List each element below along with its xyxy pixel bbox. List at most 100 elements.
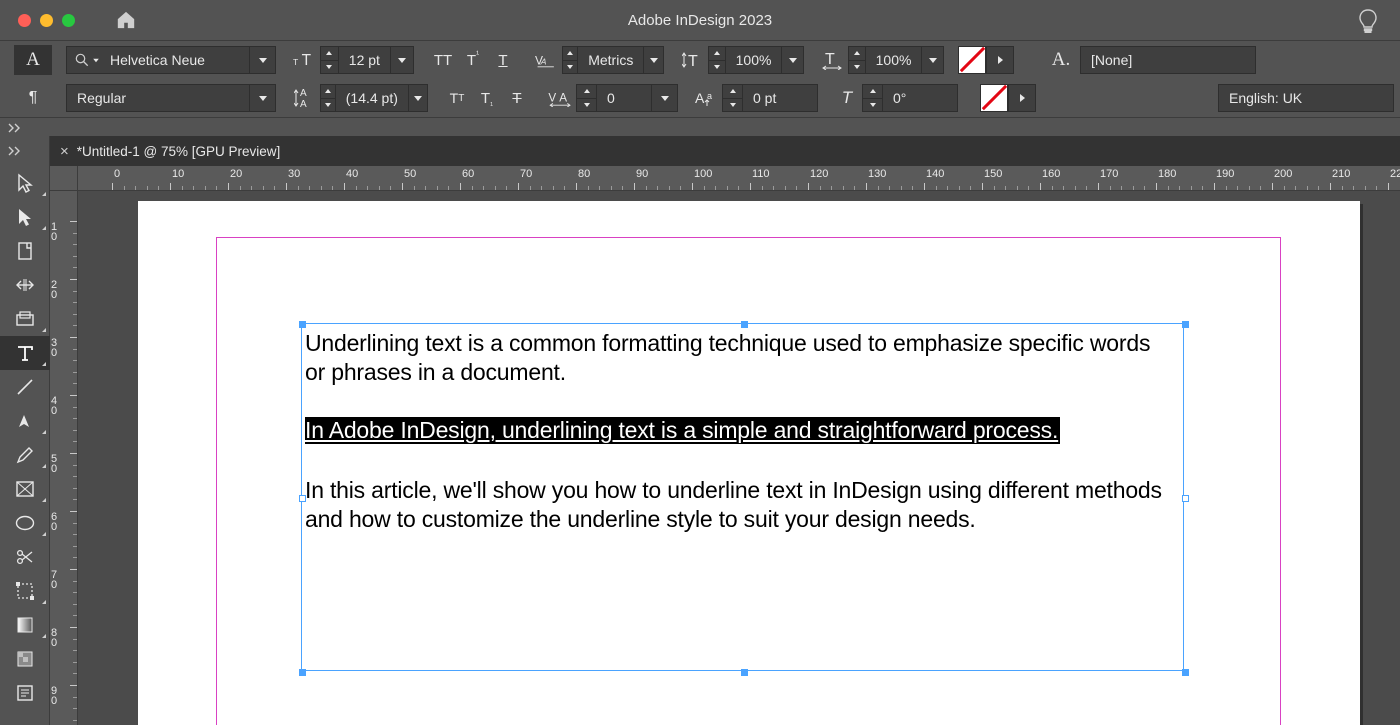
tools-expand-button[interactable] xyxy=(0,136,49,166)
ruler-origin[interactable] xyxy=(50,166,78,191)
chevron-down-icon[interactable] xyxy=(651,85,677,111)
baseline-shift-stepper[interactable] xyxy=(723,85,743,111)
scissors-tool[interactable] xyxy=(0,540,50,574)
character-formatting-mode-button[interactable]: A xyxy=(14,45,52,75)
type-tool[interactable] xyxy=(0,336,50,370)
subscript-button[interactable]: T₁ xyxy=(472,84,502,112)
minimize-window-button[interactable] xyxy=(40,14,53,27)
fill-swatch-next[interactable] xyxy=(986,46,1014,74)
all-caps-button[interactable]: TT xyxy=(428,46,458,74)
chevron-down-icon[interactable] xyxy=(408,85,427,111)
gap-tool[interactable] xyxy=(0,268,50,302)
chevron-down-icon[interactable] xyxy=(390,47,413,73)
frame-handle[interactable] xyxy=(299,495,306,502)
paragraph-3[interactable]: In this article, we'll show you how to u… xyxy=(305,476,1173,534)
font-style-combo[interactable]: Regular xyxy=(66,84,276,112)
note-tool[interactable] xyxy=(0,676,50,710)
frame-handle[interactable] xyxy=(741,669,748,676)
home-button[interactable] xyxy=(115,10,137,30)
font-size-combo[interactable]: 12 pt xyxy=(320,46,414,74)
superscript-button[interactable]: T¹ xyxy=(458,46,488,74)
horizontal-ruler[interactable]: 0102030405060708090100110120130140150160… xyxy=(78,166,1400,191)
fill-swatch[interactable] xyxy=(958,46,986,74)
frame-handle[interactable] xyxy=(299,669,306,676)
svg-text:A: A xyxy=(540,56,549,66)
canvas[interactable]: Underlining text is a common formatting … xyxy=(78,191,1400,725)
text-frame[interactable]: Underlining text is a common formatting … xyxy=(301,323,1184,671)
horizontal-scale-combo[interactable]: 100% xyxy=(848,46,944,74)
skew-stepper[interactable] xyxy=(863,85,883,111)
chevron-down-icon[interactable] xyxy=(249,85,275,111)
rectangle-frame-tool[interactable] xyxy=(0,472,50,506)
close-tab-button[interactable]: × xyxy=(60,143,69,160)
pen-tool[interactable] xyxy=(0,404,50,438)
search-icon xyxy=(67,53,100,67)
vertical-scale-stepper[interactable] xyxy=(709,47,726,73)
svg-text:A: A xyxy=(695,90,705,106)
selected-text[interactable]: In Adobe InDesign, underlining text is a… xyxy=(305,417,1060,444)
document-tab[interactable]: × *Untitled-1 @ 75% [GPU Preview] xyxy=(50,136,294,166)
tracking-stepper[interactable] xyxy=(577,85,597,111)
baseline-shift-combo[interactable]: 0 pt xyxy=(722,84,818,112)
tips-icon[interactable] xyxy=(1358,9,1378,36)
frame-handle[interactable] xyxy=(299,321,306,328)
close-window-button[interactable] xyxy=(18,14,31,27)
expand-panel-bar[interactable] xyxy=(0,117,1400,137)
skew-value: 0° xyxy=(883,90,957,106)
frame-handle[interactable] xyxy=(1182,495,1189,502)
svg-text:T: T xyxy=(688,53,698,70)
work-area: 0102030405060708090100110120130140150160… xyxy=(50,166,1400,725)
document-tab-label: *Untitled-1 @ 75% [GPU Preview] xyxy=(77,144,281,159)
free-transform-tool[interactable] xyxy=(0,574,50,608)
language-combo[interactable]: English: UK xyxy=(1218,84,1394,112)
chevron-down-icon[interactable] xyxy=(249,47,275,73)
leading-combo[interactable]: (14.4 pt) xyxy=(320,84,428,112)
vertical-ruler[interactable]: 102030405060708090100 xyxy=(50,191,78,725)
vertical-scale-value: 100% xyxy=(726,52,782,68)
chevron-right-icon xyxy=(1020,94,1025,102)
svg-text:T: T xyxy=(302,52,312,69)
selection-tool[interactable] xyxy=(0,166,50,200)
horizontal-scale-stepper[interactable] xyxy=(849,47,866,73)
pencil-tool[interactable] xyxy=(0,438,50,472)
leading-stepper[interactable] xyxy=(321,85,336,111)
window-controls xyxy=(18,14,75,27)
ellipse-tool[interactable] xyxy=(0,506,50,540)
underline-button[interactable]: T xyxy=(488,46,518,74)
leading-icon: AA xyxy=(290,84,320,112)
svg-text:V: V xyxy=(548,92,556,105)
font-family-combo[interactable]: Helvetica Neue xyxy=(66,46,276,74)
content-collector-tool[interactable] xyxy=(0,302,50,336)
chevron-down-icon xyxy=(93,58,99,62)
tracking-value: 0 xyxy=(597,90,651,106)
kerning-stepper[interactable] xyxy=(563,47,578,73)
frame-handle[interactable] xyxy=(1182,669,1189,676)
paragraph-1[interactable]: Underlining text is a common formatting … xyxy=(305,329,1173,387)
font-size-stepper[interactable] xyxy=(321,47,339,73)
gradient-swatch-tool[interactable] xyxy=(0,608,50,642)
vertical-scale-combo[interactable]: 100% xyxy=(708,46,804,74)
kerning-combo[interactable]: Metrics xyxy=(562,46,664,74)
page-tool[interactable] xyxy=(0,234,50,268)
chevron-down-icon[interactable] xyxy=(921,47,943,73)
direct-selection-tool[interactable] xyxy=(0,200,50,234)
small-caps-button[interactable]: TT xyxy=(442,84,472,112)
paragraph-2-selected[interactable]: In Adobe InDesign, underlining text is a… xyxy=(305,416,1060,445)
maximize-window-button[interactable] xyxy=(62,14,75,27)
tracking-combo[interactable]: 0 xyxy=(576,84,678,112)
stroke-swatch[interactable] xyxy=(980,84,1008,112)
character-style-combo[interactable]: [None] xyxy=(1080,46,1256,74)
page[interactable]: Underlining text is a common formatting … xyxy=(138,201,1360,725)
font-size-value: 12 pt xyxy=(339,52,390,68)
paragraph-formatting-mode-button[interactable]: ¶ xyxy=(14,83,52,113)
strikethrough-button[interactable]: T xyxy=(502,84,532,112)
frame-handle[interactable] xyxy=(741,321,748,328)
chevron-down-icon[interactable] xyxy=(643,47,663,73)
horizontal-scale-icon: T xyxy=(818,46,848,74)
stroke-swatch-next[interactable] xyxy=(1008,84,1036,112)
chevron-down-icon[interactable] xyxy=(781,47,803,73)
frame-handle[interactable] xyxy=(1182,321,1189,328)
gradient-feather-tool[interactable] xyxy=(0,642,50,676)
line-tool[interactable] xyxy=(0,370,50,404)
skew-combo[interactable]: 0° xyxy=(862,84,958,112)
